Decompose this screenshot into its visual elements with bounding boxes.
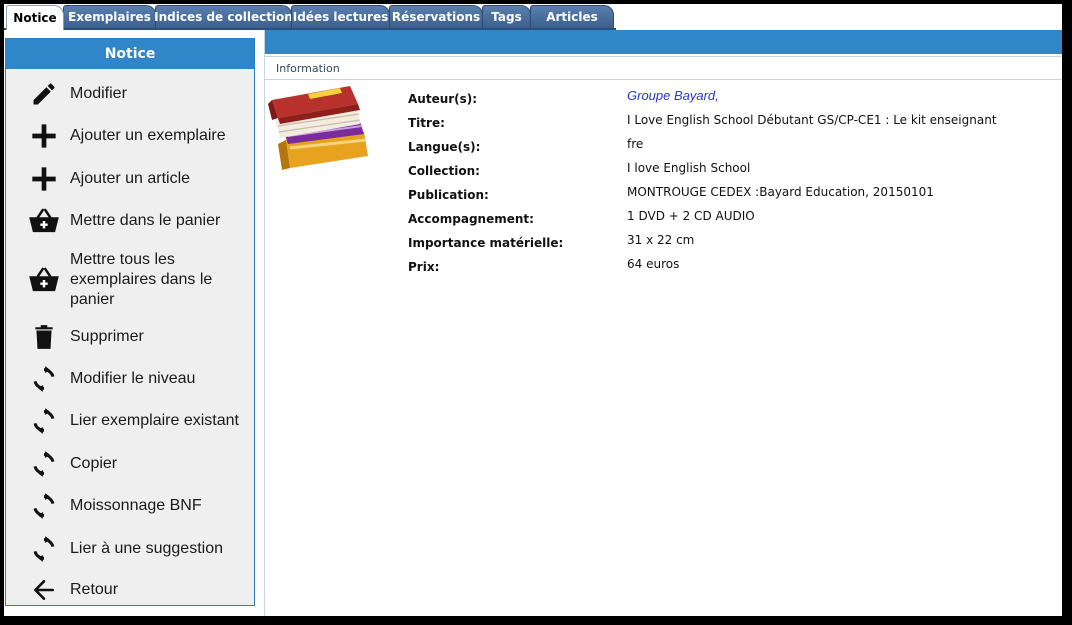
menu-item-moissonnage-bnf[interactable]: Moissonnage BNF — [6, 491, 254, 521]
menu-item-label: Retour — [70, 581, 119, 598]
menu-item-label: Moissonnage BNF — [70, 497, 202, 514]
tab-exemplaires[interactable]: Exemplaires — [63, 5, 156, 28]
field-label: Prix: — [408, 260, 440, 274]
field-value: I love English School — [627, 161, 751, 175]
field-value: 64 euros — [627, 257, 680, 271]
field-collection: Collection: I love English School — [265, 158, 1062, 178]
field-label: Titre: — [408, 116, 445, 130]
app-window: Notice Exemplaires Indices de collection… — [4, 4, 1062, 616]
field-label: Importance matérielle: — [408, 236, 564, 250]
field-label: Accompagnement: — [408, 212, 534, 226]
tab-articles[interactable]: Articles — [530, 5, 614, 28]
menu-item-supprimer[interactable]: Supprimer — [6, 322, 254, 352]
refresh-icon — [24, 492, 64, 520]
field-prix: Prix: 64 euros — [265, 254, 1062, 274]
author-link[interactable]: Groupe Bayard, — [627, 88, 719, 103]
menu-item-label: Modifier le niveau — [70, 370, 196, 387]
refresh-icon — [24, 365, 64, 393]
menu-item-label: Copier — [70, 455, 118, 472]
menu-item-lier-exemplaire[interactable]: Lier exemplaire existant — [6, 406, 254, 436]
tab-reservations[interactable]: Réservations — [389, 5, 483, 28]
menu-item-ajouter-exemplaire[interactable]: Ajouter un exemplaire — [6, 121, 254, 151]
field-importance-materielle: Importance matérielle: 31 x 22 cm — [265, 230, 1062, 250]
menu-item-modifier[interactable]: Modifier — [6, 79, 254, 109]
menu-item-label: Supprimer — [70, 328, 144, 345]
basket-icon — [24, 206, 64, 236]
field-auteurs: Auteur(s): Groupe Bayard, — [265, 86, 1062, 106]
plus-icon — [24, 165, 64, 193]
field-titre: Titre: I Love English School Débutant GS… — [265, 110, 1062, 130]
menu-item-label: Ajouter un article — [70, 170, 191, 187]
field-label: Publication: — [408, 188, 489, 202]
field-label: Auteur(s): — [408, 92, 478, 106]
menu-item-ajouter-article[interactable]: Ajouter un article — [6, 164, 254, 194]
field-accompagnement: Accompagnement: 1 DVD + 2 CD AUDIO — [265, 206, 1062, 226]
menu-item-retour[interactable]: Retour — [6, 575, 254, 605]
arrow-left-icon — [24, 577, 64, 603]
menu-item-label: Lier à une suggestion — [70, 540, 223, 557]
field-label: Langue(s): — [408, 140, 481, 154]
field-langues: Langue(s): fre — [265, 134, 1062, 154]
refresh-icon — [24, 450, 64, 478]
refresh-icon — [24, 535, 64, 563]
menu-item-label: Mettre dans le panier — [70, 212, 221, 229]
menu-item-lier-suggestion[interactable]: Lier à une suggestion — [6, 534, 254, 564]
tab-notice[interactable]: Notice — [6, 5, 64, 30]
field-value: 31 x 22 cm — [627, 233, 695, 247]
field-value: fre — [627, 137, 644, 151]
field-value: 1 DVD + 2 CD AUDIO — [627, 209, 755, 223]
tab-idees-lectures[interactable]: Idées lectures — [291, 5, 390, 28]
pencil-icon — [24, 80, 64, 108]
menu-item-mettre-tous-panier[interactable]: Mettre tous les exemplaires dans le pani… — [6, 249, 254, 311]
section-title: Information — [265, 56, 1062, 80]
basket-icon — [24, 265, 64, 295]
menu-item-label: Ajouter un exemplaire — [70, 127, 226, 144]
menu-item-mettre-panier[interactable]: Mettre dans le panier — [6, 206, 254, 236]
menu-item-label: Lier exemplaire existant — [70, 412, 239, 429]
tab-bar: Notice Exemplaires Indices de collection… — [4, 4, 1062, 30]
main-header-bar — [265, 30, 1062, 54]
field-value: MONTROUGE CEDEX :Bayard Education, 20150… — [627, 185, 934, 199]
sidebar-title: Notice — [6, 39, 254, 69]
field-label: Collection: — [408, 164, 480, 178]
menu-item-modifier-niveau[interactable]: Modifier le niveau — [6, 364, 254, 394]
field-value: I Love English School Débutant GS/CP-CE1… — [627, 113, 997, 127]
field-publication: Publication: MONTROUGE CEDEX :Bayard Edu… — [265, 182, 1062, 202]
trash-icon — [24, 323, 64, 351]
sidebar: Notice Modifier Ajouter un exemplaire Aj… — [5, 38, 255, 606]
main-panel: Information Auteur(s): Groupe Bayard, Ti… — [264, 30, 1062, 616]
refresh-icon — [24, 407, 64, 435]
plus-icon — [24, 122, 64, 150]
tab-tags[interactable]: Tags — [482, 5, 531, 28]
menu-item-label: Mettre tous les exemplaires dans le pani… — [70, 251, 213, 308]
menu-item-copier[interactable]: Copier — [6, 449, 254, 479]
tab-indices-collection[interactable]: Indices de collection — [154, 5, 293, 28]
menu-item-label: Modifier — [70, 85, 127, 102]
